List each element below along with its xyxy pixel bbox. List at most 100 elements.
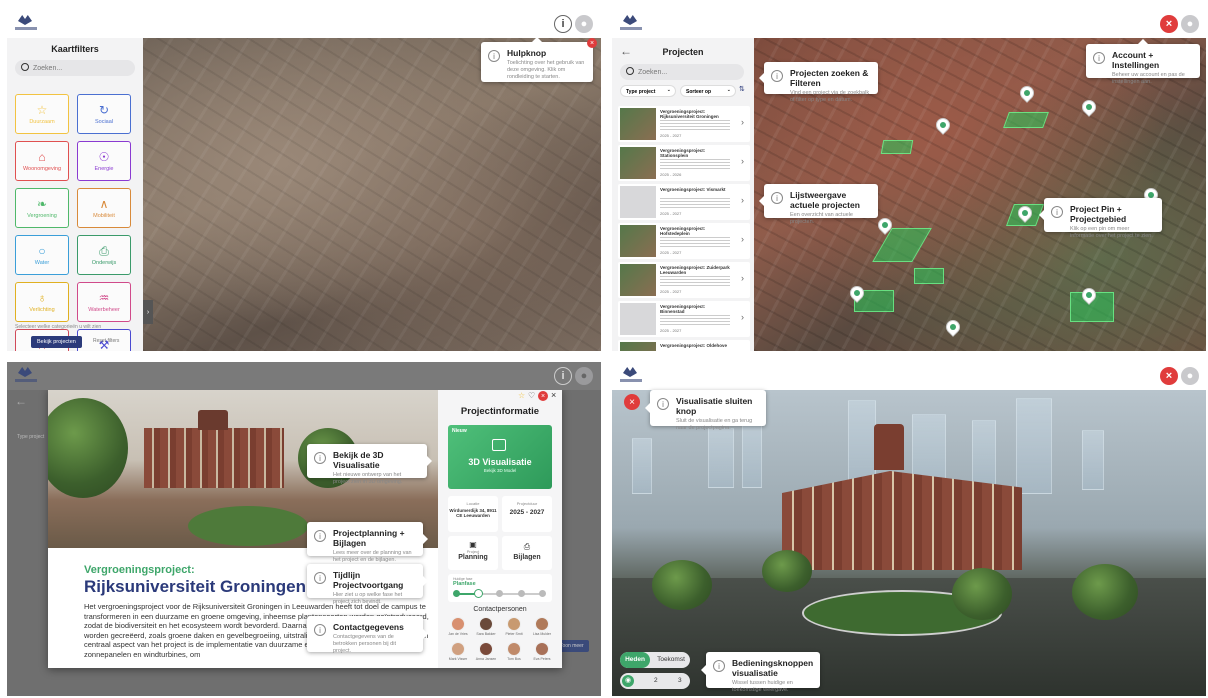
hint-text: Selecteer welke categorieën u wilt zien bbox=[15, 324, 102, 330]
contact-person[interactable]: Pieter Smit bbox=[502, 617, 526, 636]
timeline-step[interactable] bbox=[518, 590, 525, 597]
bulb-icon: ☉ bbox=[98, 149, 110, 164]
callout-desc: Wissel tussen huidige en toekomstige wee… bbox=[732, 680, 793, 694]
callout-title: Projectplanning + Bijlagen bbox=[333, 528, 405, 548]
project-pin[interactable] bbox=[943, 317, 963, 337]
contact-person[interactable]: Tom Bos bbox=[502, 642, 526, 661]
account-icon[interactable]: ● bbox=[575, 367, 593, 385]
show-projects-button[interactable]: Bekijk projecten bbox=[31, 336, 82, 348]
3d-scene[interactable] bbox=[612, 390, 1206, 696]
attachments-button[interactable]: ⎙ Bijlagen bbox=[502, 536, 552, 570]
filter-mobiliteit[interactable]: ∧ Mobiliteit bbox=[77, 188, 131, 228]
info-icon: i bbox=[1093, 52, 1105, 64]
contact-person[interactable]: Sara Bakker bbox=[474, 617, 498, 636]
project-pin[interactable] bbox=[1017, 83, 1037, 103]
close-icon[interactable]: × bbox=[587, 38, 597, 48]
filter-verlichting[interactable]: ♁ Verlichting bbox=[15, 282, 69, 322]
callout-3d-visualisation: i Bekijk de 3D Visualisatie Het nieuwe o… bbox=[307, 444, 432, 485]
timeline-step[interactable] bbox=[539, 590, 546, 597]
account-icon[interactable]: ● bbox=[1181, 367, 1199, 385]
chevron-right-icon: › bbox=[741, 234, 744, 244]
filter-onderwijs[interactable]: ⎙ Onderwijs bbox=[77, 235, 131, 275]
avatar bbox=[507, 642, 521, 656]
filter-energie[interactable]: ☉ Energie bbox=[77, 141, 131, 181]
bell-icon[interactable]: ♡ bbox=[528, 391, 535, 400]
period-label: Projectduur bbox=[516, 501, 538, 506]
sort-label: Sorteer op bbox=[686, 89, 712, 95]
account-icon[interactable]: ● bbox=[575, 15, 593, 33]
type-filter-select[interactable]: Type project ⌄ bbox=[620, 85, 676, 97]
filter-duurzaam[interactable]: ☆ Duurzaam bbox=[15, 94, 69, 134]
sidebar-collapse-handle[interactable]: › bbox=[143, 300, 153, 324]
step-3-button[interactable]: 3 bbox=[678, 673, 682, 689]
project-item-title: Vergroeningsproject: Zuiderpark Leeuward… bbox=[660, 265, 730, 276]
timeline-step[interactable] bbox=[453, 590, 460, 597]
projects-sidebar: ← Projecten Zoeken... Type project ⌄ Sort… bbox=[612, 38, 754, 351]
contact-person[interactable]: Jan de Vries bbox=[446, 617, 470, 636]
printer-icon: ⎙ bbox=[523, 542, 531, 551]
quadrant-3d-visualisation: × ● × i Visualisatie sluiten knop Sluit … bbox=[612, 362, 1206, 696]
callout-desc: Beheer uw account en pas de instellingen… bbox=[1112, 72, 1185, 86]
close-icon[interactable]: × bbox=[1160, 15, 1178, 33]
back-arrow-icon[interactable]: ← bbox=[15, 394, 27, 408]
reset-filters-button[interactable]: Reset filters bbox=[93, 338, 119, 344]
eye-icon[interactable]: ◉ bbox=[622, 675, 634, 687]
sort-select[interactable]: Sorteer op ⌄ bbox=[680, 85, 736, 97]
callout-contact: i Contactgegevens Contactgegevens van de… bbox=[307, 616, 428, 654]
contact-name: Tom Bos bbox=[507, 657, 521, 661]
step-2-button[interactable]: 2 bbox=[654, 673, 658, 689]
search-input[interactable]: Zoeken... bbox=[15, 60, 135, 76]
search-input[interactable]: Zoeken... bbox=[620, 64, 744, 80]
close-visualisation-button[interactable]: × bbox=[624, 394, 640, 410]
project-item-date: 2025 - 2027 bbox=[660, 211, 682, 216]
project-pin[interactable] bbox=[1079, 97, 1099, 117]
callout-title: Hulpknop bbox=[507, 48, 547, 58]
project-item-desc bbox=[660, 237, 730, 247]
timeline-step[interactable] bbox=[496, 590, 503, 597]
account-icon[interactable]: ● bbox=[1181, 15, 1199, 33]
project-list-item[interactable]: Vergroeningsproject: Zuiderpark Leeuward… bbox=[618, 262, 750, 298]
close-icon[interactable]: × bbox=[538, 391, 548, 401]
modal-close-icon[interactable]: × bbox=[551, 390, 556, 400]
project-list-item[interactable]: Vergroeningsproject: Hofstedeplein 2025 -… bbox=[618, 223, 750, 259]
map-view[interactable] bbox=[143, 38, 601, 351]
contact-person[interactable]: Mark Visser bbox=[446, 642, 470, 661]
timeline-step-current[interactable] bbox=[474, 589, 483, 598]
project-area[interactable] bbox=[1003, 112, 1049, 128]
thermo-icon: ♒ bbox=[98, 290, 110, 305]
project-list-item[interactable]: Vergroeningsproject: Rijksuniversiteit G… bbox=[618, 106, 750, 142]
tab-now[interactable]: Heden bbox=[620, 652, 650, 668]
project-area[interactable] bbox=[872, 228, 932, 262]
help-icon[interactable]: i bbox=[554, 15, 572, 33]
project-list-item[interactable]: Vergroeningsproject: Stationsplein 2025 -… bbox=[618, 145, 750, 181]
project-area[interactable] bbox=[914, 268, 944, 284]
help-icon[interactable]: i bbox=[554, 367, 572, 385]
sort-order-icon[interactable]: ⇅ bbox=[739, 85, 745, 93]
filter-label: Mobiliteit bbox=[93, 212, 115, 219]
close-icon[interactable]: × bbox=[1160, 367, 1178, 385]
project-list-item[interactable]: Vergroeningsproject: Oldehove2025 - 2026… bbox=[618, 340, 750, 351]
building-illustration bbox=[144, 428, 284, 488]
project-list-item[interactable]: Vergroeningsproject: Binnenstad 2025 - 20… bbox=[618, 301, 750, 337]
top-bar: × ● bbox=[612, 10, 1206, 38]
contact-person[interactable]: Eva Peters bbox=[530, 642, 554, 661]
project-item-title: Vergroeningsproject: Binnenstad bbox=[660, 304, 706, 315]
planning-button[interactable]: ▣ Project Planning bbox=[448, 536, 498, 570]
project-pin[interactable] bbox=[933, 115, 953, 135]
filter-woonomgeving[interactable]: ⌂ Woonomgeving bbox=[15, 141, 69, 181]
tab-future[interactable]: Toekomst bbox=[652, 652, 690, 668]
filter-sociaal[interactable]: ↻ Sociaal bbox=[77, 94, 131, 134]
filter-vergroening[interactable]: ❧ Vergroening bbox=[15, 188, 69, 228]
project-area[interactable] bbox=[880, 140, 914, 154]
contact-person[interactable]: Lisa Mulder bbox=[530, 617, 554, 636]
project-list-item[interactable]: Vergroeningsproject: Vismarkt 2025 - 2027… bbox=[618, 184, 750, 220]
callout-account: i Account + Instellingen Beheer uw accou… bbox=[1086, 39, 1200, 85]
filter-waterbeheer[interactable]: ♒ Waterbeheer bbox=[77, 282, 131, 322]
contact-person[interactable]: Anna Jansen bbox=[474, 642, 498, 661]
star-icon[interactable]: ☆ bbox=[518, 391, 525, 400]
search-placeholder: Zoeken... bbox=[638, 68, 668, 76]
road-icon: ∧ bbox=[99, 196, 109, 211]
filter-water[interactable]: ○ Water bbox=[15, 235, 69, 275]
visualisation-card[interactable]: Nieuw 3D Visualisatie Bekijk 3D Model bbox=[448, 425, 552, 489]
search-placeholder: Zoeken... bbox=[33, 64, 63, 72]
